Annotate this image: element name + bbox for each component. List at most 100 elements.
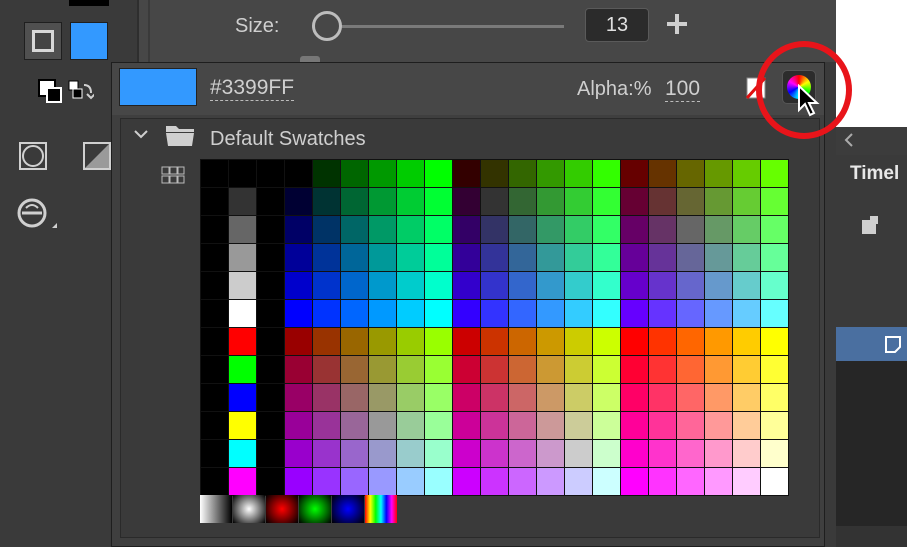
swatch-cell[interactable] (593, 272, 621, 300)
swatch-cell[interactable] (649, 160, 677, 188)
swatch-cell[interactable] (425, 440, 453, 468)
swatch-cell[interactable] (341, 356, 369, 384)
swatch-cell[interactable] (537, 328, 565, 356)
swatch-cell[interactable] (313, 244, 341, 272)
swatch-cell[interactable] (257, 300, 285, 328)
swatch-cell[interactable] (733, 160, 761, 188)
swatch-cell[interactable] (201, 188, 229, 216)
swatch-cell[interactable] (397, 412, 425, 440)
gradient-swatch[interactable] (332, 495, 364, 523)
swatch-cell[interactable] (705, 300, 733, 328)
swatch-cell[interactable] (649, 440, 677, 468)
swatch-cell[interactable] (257, 356, 285, 384)
swatch-cell[interactable] (313, 384, 341, 412)
swatch-cell[interactable] (761, 188, 789, 216)
swatch-cell[interactable] (285, 328, 313, 356)
swatch-cell[interactable] (565, 440, 593, 468)
swatch-cell[interactable] (341, 412, 369, 440)
swatch-cell[interactable] (621, 440, 649, 468)
swatch-cell[interactable] (761, 272, 789, 300)
swatch-cell[interactable] (397, 300, 425, 328)
swatch-cell[interactable] (761, 300, 789, 328)
swatch-cell[interactable] (481, 216, 509, 244)
swatch-cell[interactable] (705, 160, 733, 188)
swatch-cell[interactable] (453, 244, 481, 272)
swatch-cell[interactable] (425, 412, 453, 440)
swatch-cell[interactable] (705, 384, 733, 412)
swatch-cell[interactable] (453, 188, 481, 216)
swatch-cell[interactable] (621, 328, 649, 356)
swatch-cell[interactable] (677, 356, 705, 384)
swatch-cell[interactable] (733, 300, 761, 328)
swatch-cell[interactable] (257, 244, 285, 272)
swatch-cell[interactable] (733, 412, 761, 440)
default-colors-icon[interactable] (38, 79, 62, 103)
swatch-cell[interactable] (397, 272, 425, 300)
swatch-cell[interactable] (705, 468, 733, 496)
swatch-cell[interactable] (677, 384, 705, 412)
new-layer-icon[interactable] (860, 214, 882, 236)
swatch-cell[interactable] (565, 412, 593, 440)
swatch-cell[interactable] (677, 272, 705, 300)
swatch-cell[interactable] (705, 216, 733, 244)
swatch-cell[interactable] (341, 300, 369, 328)
swatch-cell[interactable] (509, 272, 537, 300)
swatch-cell[interactable] (229, 216, 257, 244)
swatch-cell[interactable] (201, 216, 229, 244)
swatch-cell[interactable] (201, 356, 229, 384)
swatch-cell[interactable] (565, 244, 593, 272)
swatch-cell[interactable] (733, 188, 761, 216)
swatch-cell[interactable] (313, 468, 341, 496)
swatch-cell[interactable] (761, 384, 789, 412)
swatch-cell[interactable] (397, 356, 425, 384)
swatch-cell[interactable] (565, 272, 593, 300)
swatch-cell[interactable] (229, 272, 257, 300)
swatch-cell[interactable] (649, 356, 677, 384)
swatch-cell[interactable] (453, 384, 481, 412)
swatch-cell[interactable] (313, 216, 341, 244)
swatch-cell[interactable] (397, 216, 425, 244)
swatch-cell[interactable] (257, 384, 285, 412)
swatch-cell[interactable] (397, 188, 425, 216)
swatch-cell[interactable] (705, 244, 733, 272)
swatch-cell[interactable] (341, 272, 369, 300)
swatch-cell[interactable] (201, 244, 229, 272)
swatch-cell[interactable] (761, 412, 789, 440)
size-slider-track[interactable] (312, 25, 564, 28)
swatch-cell[interactable] (341, 188, 369, 216)
swatch-cell[interactable] (313, 160, 341, 188)
swatch-cell[interactable] (257, 160, 285, 188)
swatch-cell[interactable] (705, 188, 733, 216)
swatch-cell[interactable] (509, 216, 537, 244)
swatch-cell[interactable] (425, 328, 453, 356)
swatch-cell[interactable] (649, 384, 677, 412)
swatch-cell[interactable] (537, 188, 565, 216)
swatch-cell[interactable] (285, 216, 313, 244)
swatch-cell[interactable] (369, 272, 397, 300)
swatch-cell[interactable] (453, 300, 481, 328)
swatch-cell[interactable] (257, 468, 285, 496)
swatch-cell[interactable] (649, 272, 677, 300)
swatch-cell[interactable] (705, 356, 733, 384)
swap-colors-icon[interactable] (68, 79, 96, 103)
swatch-cell[interactable] (453, 160, 481, 188)
swatch-cell[interactable] (257, 216, 285, 244)
swatch-cell[interactable] (537, 272, 565, 300)
swatch-cell[interactable] (761, 440, 789, 468)
swatch-cell[interactable] (369, 412, 397, 440)
swatch-cell[interactable] (341, 160, 369, 188)
swatch-cell[interactable] (621, 188, 649, 216)
swatch-cell[interactable] (537, 244, 565, 272)
swatch-cell[interactable] (621, 272, 649, 300)
swatch-cell[interactable] (369, 356, 397, 384)
swatch-cell[interactable] (201, 328, 229, 356)
swatch-cell[interactable] (425, 216, 453, 244)
swatch-cell[interactable] (229, 440, 257, 468)
swatch-cell[interactable] (341, 468, 369, 496)
gradient-swatch[interactable] (365, 495, 397, 523)
swatch-cell[interactable] (313, 328, 341, 356)
swatch-cell[interactable] (565, 160, 593, 188)
swatch-cell[interactable] (761, 356, 789, 384)
swatch-cell[interactable] (621, 384, 649, 412)
swatch-cell[interactable] (733, 468, 761, 496)
